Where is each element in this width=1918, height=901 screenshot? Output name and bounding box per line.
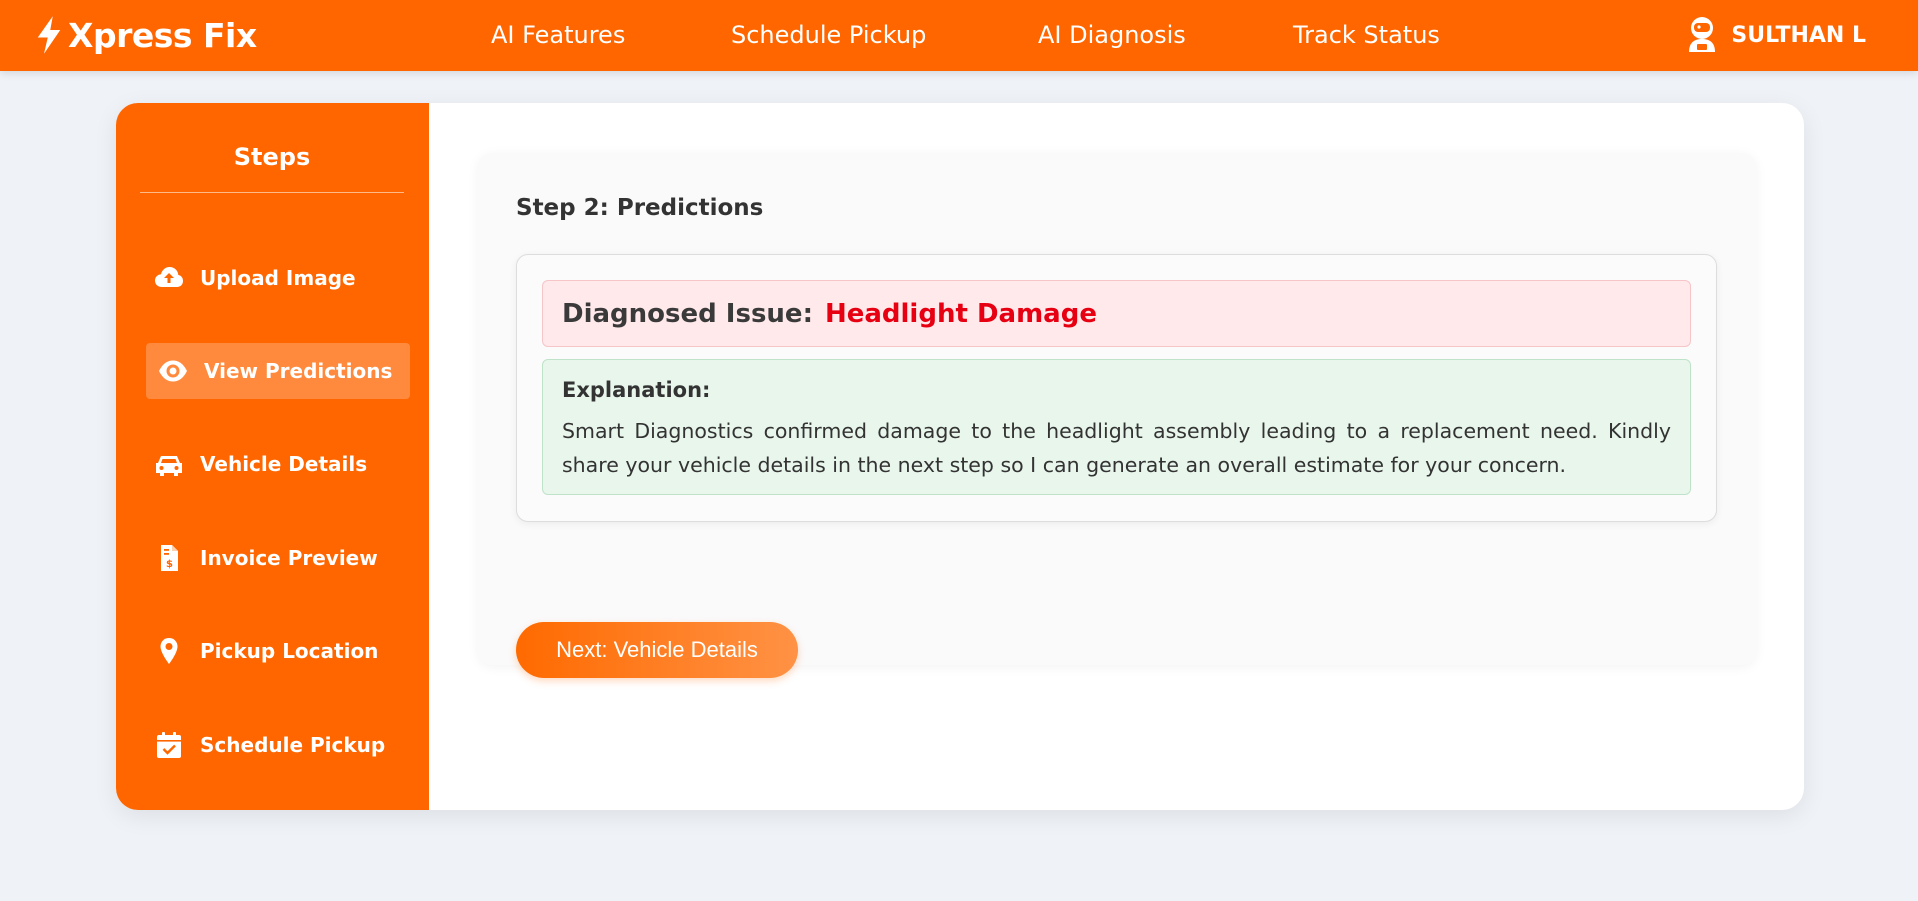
- step-schedule-pickup[interactable]: Schedule Pickup: [146, 717, 410, 773]
- step-label: Invoice Preview: [200, 546, 378, 570]
- step-label: View Predictions: [204, 359, 393, 383]
- wizard-card: Steps Upload Image View Predictions Vehi…: [116, 103, 1804, 810]
- eye-icon: [159, 360, 187, 382]
- step-invoice-preview[interactable]: $ Invoice Preview: [146, 530, 410, 586]
- predictions-panel: Step 2: Predictions Diagnosed Issue: Hea…: [478, 153, 1756, 678]
- invoice-icon: $: [161, 545, 178, 571]
- prediction-box: Diagnosed Issue: Headlight Damage Explan…: [516, 254, 1717, 522]
- issue-label: Diagnosed Issue:: [562, 298, 813, 329]
- step-label: Schedule Pickup: [200, 733, 386, 757]
- step-title: Step 2: Predictions: [516, 195, 764, 221]
- user-name: SULTHAN L: [1731, 22, 1866, 48]
- calendar-check-icon: [157, 732, 181, 758]
- top-navbar: Xpress Fix AI Features Schedule Pickup A…: [0, 0, 1918, 71]
- user-astronaut-icon: [1689, 17, 1716, 52]
- map-pin-icon: [160, 638, 178, 664]
- nav-ai-diagnosis[interactable]: AI Diagnosis: [1038, 18, 1186, 52]
- step-label: Upload Image: [200, 266, 356, 290]
- explanation-title: Explanation:: [562, 378, 711, 402]
- car-icon: [156, 456, 182, 476]
- sidebar-title: Steps: [233, 143, 311, 171]
- step-pickup-location[interactable]: Pickup Location: [146, 623, 410, 679]
- svg-text:$: $: [166, 559, 173, 570]
- issue-value: Headlight Damage: [824, 298, 1097, 329]
- step-view-predictions[interactable]: View Predictions: [146, 343, 410, 399]
- step-upload-image[interactable]: Upload Image: [146, 250, 410, 306]
- steps-sidebar: Steps Upload Image View Predictions Vehi…: [116, 103, 429, 810]
- explanation-box: Explanation: Smart Diagnostics confirmed…: [542, 359, 1691, 495]
- nav-schedule-pickup[interactable]: Schedule Pickup: [731, 18, 926, 52]
- cloud-upload-icon: [155, 267, 183, 287]
- nav-ai-features[interactable]: AI Features: [491, 18, 625, 52]
- explanation-text: Smart Diagnostics confirmed damage to th…: [562, 419, 1671, 477]
- nav-track-status[interactable]: Track Status: [1293, 18, 1440, 52]
- user-menu[interactable]: SULTHAN L: [1685, 14, 1866, 56]
- step-label: Vehicle Details: [200, 452, 368, 476]
- step-label: Pickup Location: [200, 639, 379, 663]
- next-vehicle-details-button[interactable]: Next: Vehicle Details: [516, 622, 798, 678]
- diagnosed-issue-alert: Diagnosed Issue: Headlight Damage: [542, 280, 1691, 347]
- nav-links: AI Features Schedule Pickup AI Diagnosis…: [0, 0, 1918, 71]
- step-vehicle-details[interactable]: Vehicle Details: [146, 436, 410, 492]
- sidebar-divider: [140, 192, 404, 193]
